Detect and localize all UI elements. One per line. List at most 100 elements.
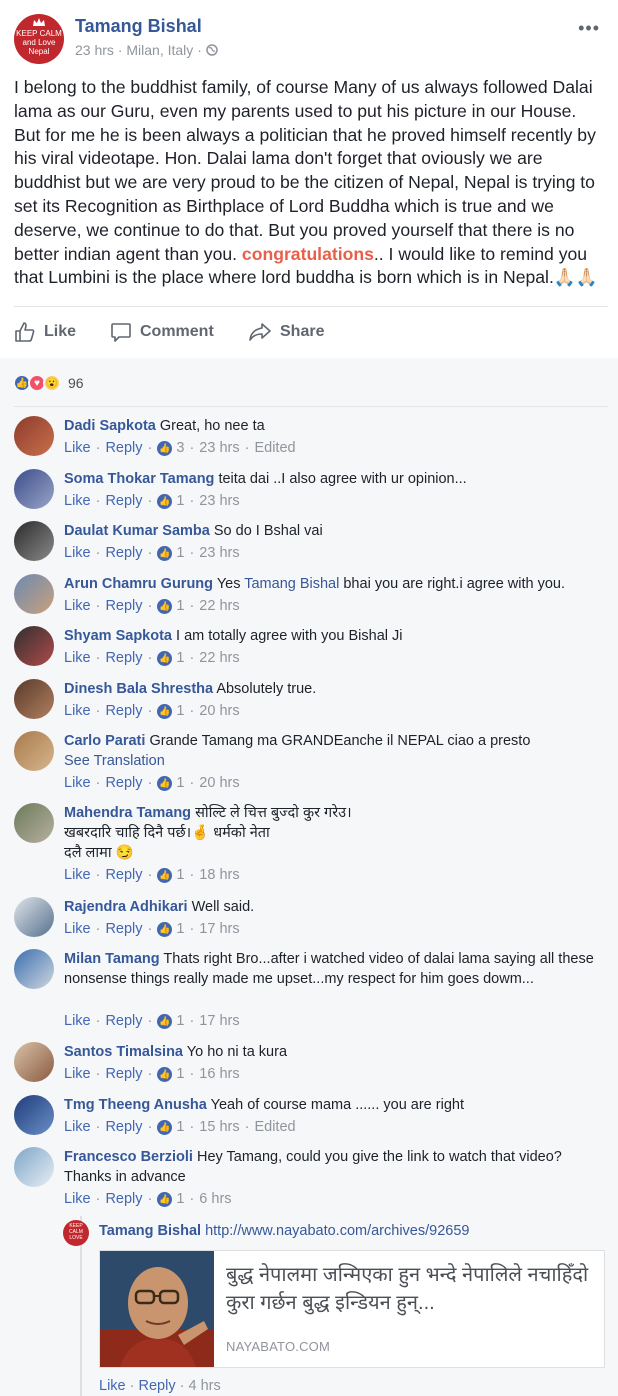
comment-author[interactable]: Tmg Theeng Anusha xyxy=(64,1097,207,1113)
comment-reply-link[interactable]: Reply xyxy=(105,703,142,719)
comment-like-count: 3 xyxy=(176,440,185,456)
reply-time[interactable]: 4 hrs xyxy=(189,1378,221,1394)
mention-link[interactable]: Tamang Bishal xyxy=(244,576,339,592)
like-badge-icon: 👍 xyxy=(157,1191,173,1207)
comment-reply-link[interactable]: Reply xyxy=(105,440,142,456)
reply-like-link[interactable]: Like xyxy=(99,1378,126,1394)
comment-reply-link[interactable]: Reply xyxy=(105,1119,142,1135)
avatar[interactable] xyxy=(14,574,54,614)
like-badge-icon: 👍 xyxy=(157,775,173,791)
comment-like-link[interactable]: Like xyxy=(64,1066,91,1082)
like-button[interactable]: Like xyxy=(14,318,76,346)
comment-author[interactable]: Dinesh Bala Shrestha xyxy=(64,681,213,697)
avatar[interactable] xyxy=(14,897,54,937)
post-author-name[interactable]: Tamang Bishal xyxy=(75,16,202,37)
comment-time[interactable]: 23 hrs xyxy=(199,440,239,456)
comment-author[interactable]: Francesco Berzioli xyxy=(64,1149,193,1165)
comment-author[interactable]: Arun Chamru Gurung xyxy=(64,576,213,592)
avatar[interactable] xyxy=(14,731,54,771)
reply-url-link[interactable]: http://www.nayabato.com/archives/92659 xyxy=(205,1223,469,1239)
comment-like-link[interactable]: Like xyxy=(64,493,91,509)
comment-time[interactable]: 17 hrs xyxy=(199,921,239,937)
comment-reply-link[interactable]: Reply xyxy=(105,1191,142,1207)
comment-author[interactable]: Shyam Sapkota xyxy=(64,628,172,644)
smirk-emoji: 😏 xyxy=(115,845,134,861)
comment-reply-link[interactable]: Reply xyxy=(105,867,142,883)
link-preview-card[interactable]: बुद्ध नेपालमा जन्मिएका हुन भन्दे नेपालिल… xyxy=(99,1250,605,1368)
post-highlight[interactable]: congratulations xyxy=(242,244,374,264)
reply-author[interactable]: Tamang Bishal xyxy=(99,1223,201,1239)
avatar[interactable] xyxy=(14,626,54,666)
avatar[interactable] xyxy=(14,1095,54,1135)
comment-reply-link[interactable]: Reply xyxy=(105,598,142,614)
comment-author[interactable]: Santos Timalsina xyxy=(64,1044,183,1060)
comment-time[interactable]: 20 hrs xyxy=(199,775,239,791)
comment-like-link[interactable]: Like xyxy=(64,1191,91,1207)
comment-label: Comment xyxy=(140,323,214,340)
comment-author[interactable]: Rajendra Adhikari xyxy=(64,899,188,915)
avatar[interactable] xyxy=(14,469,54,509)
comment-reply-link[interactable]: Reply xyxy=(105,545,142,561)
comment-time[interactable]: 17 hrs xyxy=(199,1013,239,1029)
comment-reply-link[interactable]: Reply xyxy=(105,1066,142,1082)
comment-like-count: 1 xyxy=(176,493,185,509)
reply-avatar[interactable]: KEEP CALM LOVE xyxy=(63,1220,89,1246)
avatar[interactable] xyxy=(14,803,54,843)
comment-time[interactable]: 16 hrs xyxy=(199,1066,239,1082)
comment-button[interactable]: Comment xyxy=(110,318,214,346)
comment-author[interactable]: Carlo Parati xyxy=(64,733,145,749)
comment-text: सोल्टि ले चित्त बुज्दो कुर गरेउ। xyxy=(195,805,352,821)
comment-time[interactable]: 22 hrs xyxy=(199,598,239,614)
comment-like-link[interactable]: Like xyxy=(64,921,91,937)
comment-like-link[interactable]: Like xyxy=(64,598,91,614)
comment-author[interactable]: Soma Thokar Tamang xyxy=(64,471,214,487)
avatar[interactable] xyxy=(14,1147,54,1187)
comment-like-count: 1 xyxy=(176,1013,185,1029)
comment-author[interactable]: Mahendra Tamang xyxy=(64,805,191,821)
comment-text: Great, ho nee ta xyxy=(159,418,265,434)
comment-like-count: 1 xyxy=(176,1066,185,1082)
comment-like-link[interactable]: Like xyxy=(64,703,91,719)
comment-time[interactable]: 22 hrs xyxy=(199,650,239,666)
see-translation-link[interactable]: See Translation xyxy=(64,751,594,771)
comment-like-link[interactable]: Like xyxy=(64,775,91,791)
comment-like-count: 1 xyxy=(176,867,185,883)
comment-like-link[interactable]: Like xyxy=(64,1119,91,1135)
comment-reply-link[interactable]: Reply xyxy=(105,650,142,666)
comment-reply-link[interactable]: Reply xyxy=(105,493,142,509)
reactions-summary[interactable]: 👍 ♥ 😮 96 xyxy=(13,372,84,394)
divider xyxy=(14,306,608,307)
comment-time[interactable]: 20 hrs xyxy=(199,703,239,719)
post-time[interactable]: 23 hrs xyxy=(75,42,114,58)
like-badge-icon: 👍 xyxy=(157,598,173,614)
comment-reply-link[interactable]: Reply xyxy=(105,775,142,791)
more-options-icon[interactable]: ••• xyxy=(578,18,600,39)
avatar[interactable] xyxy=(14,416,54,456)
comment-reply-link[interactable]: Reply xyxy=(105,1013,142,1029)
comment-time[interactable]: 6 hrs xyxy=(199,1191,231,1207)
author-avatar[interactable]: KEEP CALM and Love Nepal xyxy=(14,14,64,64)
comment-author[interactable]: Dadi Sapkota xyxy=(64,418,156,434)
comment-author[interactable]: Milan Tamang xyxy=(64,951,160,967)
comment-time[interactable]: 23 hrs xyxy=(199,493,239,509)
comment-author[interactable]: Daulat Kumar Samba xyxy=(64,523,210,539)
comment-like-link[interactable]: Like xyxy=(64,440,91,456)
comment-time[interactable]: 18 hrs xyxy=(199,867,239,883)
edited-label[interactable]: Edited xyxy=(254,440,295,456)
comment-time[interactable]: 23 hrs xyxy=(199,545,239,561)
comment-like-link[interactable]: Like xyxy=(64,545,91,561)
share-button[interactable]: Share xyxy=(248,318,324,346)
avatar[interactable] xyxy=(14,679,54,719)
comment-like-link[interactable]: Like xyxy=(64,650,91,666)
post-location[interactable]: Milan, Italy xyxy=(126,42,193,58)
avatar[interactable] xyxy=(14,949,54,989)
comment-reply-link[interactable]: Reply xyxy=(105,921,142,937)
edited-label[interactable]: Edited xyxy=(254,1119,295,1135)
comment-like-link[interactable]: Like xyxy=(64,867,91,883)
comment-like-link[interactable]: Like xyxy=(64,1013,91,1029)
like-badge-icon: 👍 xyxy=(157,1119,173,1135)
avatar[interactable] xyxy=(14,521,54,561)
reply-reply-link[interactable]: Reply xyxy=(139,1378,176,1394)
comment-time[interactable]: 15 hrs xyxy=(199,1119,239,1135)
avatar[interactable] xyxy=(14,1042,54,1082)
